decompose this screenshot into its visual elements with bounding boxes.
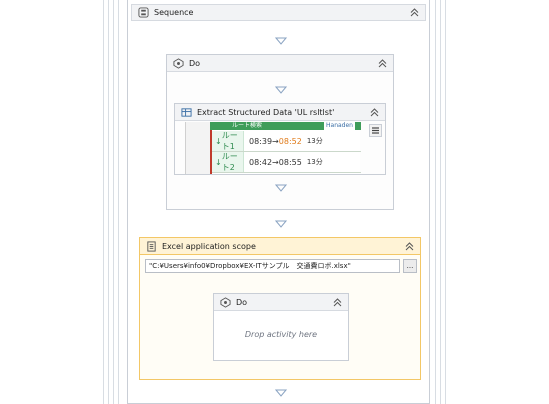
collapse-icon[interactable] <box>408 7 420 19</box>
guide-line <box>118 0 119 404</box>
route-duration: 13分 <box>306 158 323 166</box>
do-inner-activity[interactable]: Do Drop activity here <box>213 293 349 361</box>
excel-application-scope-activity[interactable]: Excel application scope "C:¥Users¥info0¥… <box>139 237 421 380</box>
extract-header[interactable]: Extract Structured Data 'UL rsltlst' <box>175 104 385 121</box>
activity-menu-icon[interactable] <box>369 124 382 137</box>
table-icon <box>181 107 192 117</box>
collapse-icon[interactable] <box>376 57 388 69</box>
route-row: ↓ ルート1 08:39→08:52 13分 <box>212 131 361 152</box>
excel-title: Excel application scope <box>162 241 256 251</box>
route-list: ↓ ルート1 08:39→08:52 13分 ↓ ルート2 08:42→08:55 … <box>212 131 361 174</box>
route-label: ↓ ルート1 <box>212 131 244 151</box>
preview-header-text: ルート検索 <box>232 122 263 129</box>
guide-line <box>113 0 114 404</box>
collapse-icon[interactable] <box>331 296 343 308</box>
workbook-path-input[interactable]: "C:¥Users¥info0¥Dropbox¥EX-ITサンプル 交通費ロボ.… <box>145 259 400 273</box>
sequence-title: Sequence <box>154 8 194 17</box>
drop-arrow-icon[interactable] <box>275 184 287 192</box>
route-label: ↓ ルート2 <box>212 152 244 172</box>
sequence-icon <box>138 7 149 18</box>
extract-title: Extract Structured Data 'UL rsltlst' <box>197 107 335 117</box>
do-icon <box>220 296 231 308</box>
drop-arrow-icon[interactable] <box>275 86 287 94</box>
browse-button[interactable]: ... <box>403 259 417 273</box>
drop-arrow-icon[interactable] <box>275 220 287 228</box>
collapse-icon[interactable] <box>368 106 380 118</box>
guide-line <box>108 0 109 404</box>
sequence-header[interactable]: Sequence <box>131 4 426 21</box>
do-icon <box>173 57 184 69</box>
collapse-icon[interactable] <box>403 240 415 252</box>
workbook-path-value: "C:¥Users¥info0¥Dropbox¥EX-ITサンプル 交通費ロボ.… <box>149 262 351 270</box>
guide-line <box>445 0 446 404</box>
do-header[interactable]: Do <box>167 55 393 72</box>
guide-line <box>435 0 436 404</box>
drop-arrow-icon[interactable] <box>275 389 287 397</box>
drop-arrow-icon[interactable] <box>275 37 287 45</box>
preview-header-bar: ルート検索 Hanaden <box>210 122 361 130</box>
extract-structured-data-activity[interactable]: Extract Structured Data 'UL rsltlst' ルート… <box>174 103 386 175</box>
extract-preview-image: ルート検索 Hanaden ↓ ルート1 08:39→08:52 13分 ↓ ルート… <box>185 122 361 174</box>
route-time: 08:42→08:55 <box>249 157 302 167</box>
guide-line <box>103 0 104 404</box>
do-inner-title: Do <box>236 297 248 307</box>
route-duration: 13分 <box>306 137 323 145</box>
drop-activity-hint[interactable]: Drop activity here <box>214 330 348 339</box>
guide-line <box>440 0 441 404</box>
route-time: 08:39→08:52 <box>249 136 302 146</box>
route-row: ↓ ルート2 08:42→08:55 13分 <box>212 152 361 173</box>
do-inner-header[interactable]: Do <box>214 294 348 311</box>
do-title: Do <box>189 58 201 68</box>
excel-header[interactable]: Excel application scope <box>140 238 420 255</box>
preview-strip <box>186 122 210 174</box>
preview-header-badge: Hanaden <box>324 122 355 130</box>
excel-icon <box>147 240 156 252</box>
